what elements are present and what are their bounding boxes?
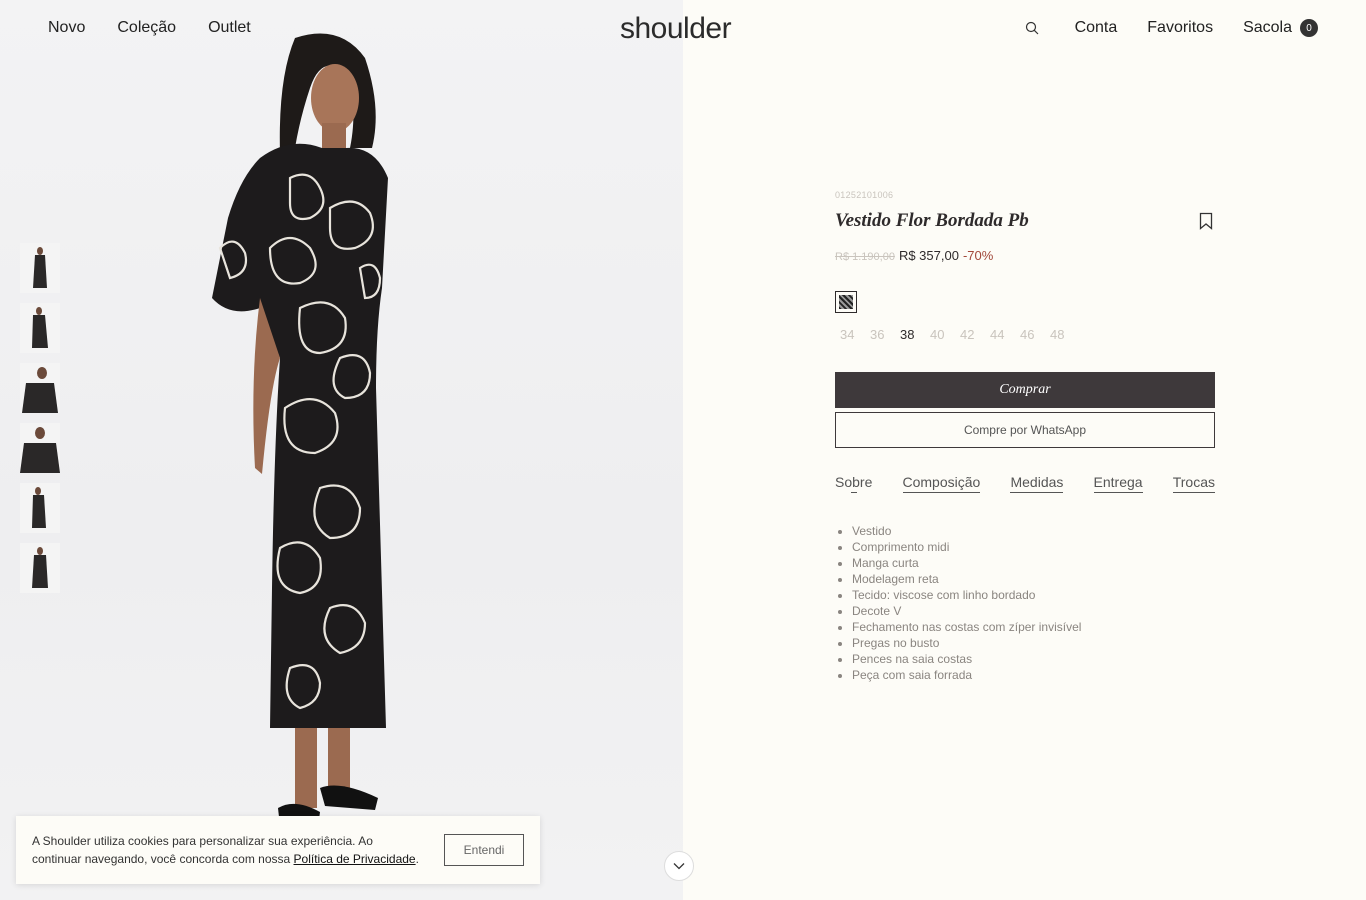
- size-option[interactable]: 36: [865, 327, 895, 342]
- cookie-message: A Shoulder utiliza cookies para personal…: [32, 832, 422, 868]
- size-option[interactable]: 44: [985, 327, 1015, 342]
- discount-badge: -70%: [962, 248, 994, 263]
- bookmark-icon[interactable]: [1199, 212, 1213, 230]
- size-option-selected[interactable]: 38: [895, 327, 925, 342]
- nav-item-novo[interactable]: Novo: [48, 19, 85, 37]
- thumbnail[interactable]: [20, 483, 60, 533]
- bag-link[interactable]: Sacola 0: [1243, 19, 1318, 37]
- list-item: Comprimento midi: [852, 539, 1215, 555]
- accept-cookies-button[interactable]: Entendi: [444, 834, 524, 866]
- thumbnail[interactable]: [20, 423, 60, 473]
- thumbnail[interactable]: [20, 363, 60, 413]
- size-option[interactable]: 40: [925, 327, 955, 342]
- size-option[interactable]: 34: [835, 327, 865, 342]
- nav-item-colecao[interactable]: Coleção: [117, 19, 176, 37]
- site-logo[interactable]: shoulder: [620, 12, 732, 46]
- bag-count-badge: 0: [1300, 19, 1318, 37]
- scroll-down-button[interactable]: [664, 851, 694, 881]
- thumbnail[interactable]: [20, 303, 60, 353]
- whatsapp-button[interactable]: Compre por WhatsApp: [835, 412, 1215, 448]
- list-item: Tecido: viscose com linho bordado: [852, 587, 1215, 603]
- thumbnail[interactable]: [20, 243, 60, 293]
- size-option[interactable]: 42: [955, 327, 985, 342]
- bag-label: Sacola: [1243, 19, 1292, 36]
- list-item: Pregas no busto: [852, 635, 1215, 651]
- product-info: 01252101006 Vestido Flor Bordada Pb R$ 1…: [835, 190, 1215, 683]
- tab-sobre[interactable]: Sobre: [835, 474, 872, 493]
- main-nav: Novo Coleção Outlet: [48, 19, 251, 37]
- favorites-link[interactable]: Favoritos: [1147, 19, 1213, 37]
- list-item: Pences na saia costas: [852, 651, 1215, 667]
- cookie-banner: A Shoulder utiliza cookies para personal…: [16, 816, 540, 884]
- search-icon[interactable]: [1025, 21, 1039, 35]
- thumbnail-strip: [20, 243, 60, 593]
- size-option[interactable]: 48: [1045, 327, 1075, 342]
- list-item: Modelagem reta: [852, 571, 1215, 587]
- size-option[interactable]: 46: [1015, 327, 1045, 342]
- site-header: Novo Coleção Outlet shoulder Conta Favor…: [0, 0, 1366, 60]
- product-details-list: Vestido Comprimento midi Manga curta Mod…: [835, 523, 1215, 683]
- tab-entrega[interactable]: Entrega: [1093, 474, 1143, 493]
- current-price: R$ 357,00: [898, 248, 959, 263]
- nav-item-outlet[interactable]: Outlet: [208, 19, 251, 37]
- color-swatch[interactable]: [835, 291, 857, 313]
- product-gallery: [0, 0, 683, 900]
- utility-nav: Conta Favoritos Sacola 0: [1025, 19, 1318, 37]
- list-item: Vestido: [852, 523, 1215, 539]
- tab-trocas[interactable]: Trocas: [1172, 474, 1215, 493]
- size-selector: 34 36 38 40 42 44 46 48: [835, 327, 1215, 342]
- list-item: Peça com saia forrada: [852, 667, 1215, 683]
- thumbnail[interactable]: [20, 543, 60, 593]
- product-sku: 01252101006: [835, 190, 894, 200]
- product-title: Vestido Flor Bordada Pb: [835, 210, 1029, 231]
- account-link[interactable]: Conta: [1075, 19, 1118, 37]
- list-item: Decote V: [852, 603, 1215, 619]
- buy-button[interactable]: Comprar: [835, 372, 1215, 408]
- privacy-policy-link[interactable]: Política de Privacidade: [294, 852, 416, 866]
- product-tabs: Sobre Composição Medidas Entrega Trocas: [835, 474, 1215, 493]
- chevron-down-icon: [673, 863, 685, 870]
- list-item: Fechamento nas costas com zíper invisíve…: [852, 619, 1215, 635]
- product-main-image: [212, 33, 388, 828]
- cookie-suffix: .: [415, 852, 419, 866]
- original-price: R$ 1.190,00: [835, 251, 895, 263]
- price-row: R$ 1.190,00 R$ 357,00 -70%: [835, 248, 1215, 263]
- list-item: Manga curta: [852, 555, 1215, 571]
- tab-composicao[interactable]: Composição: [902, 474, 981, 493]
- tab-medidas[interactable]: Medidas: [1010, 474, 1064, 493]
